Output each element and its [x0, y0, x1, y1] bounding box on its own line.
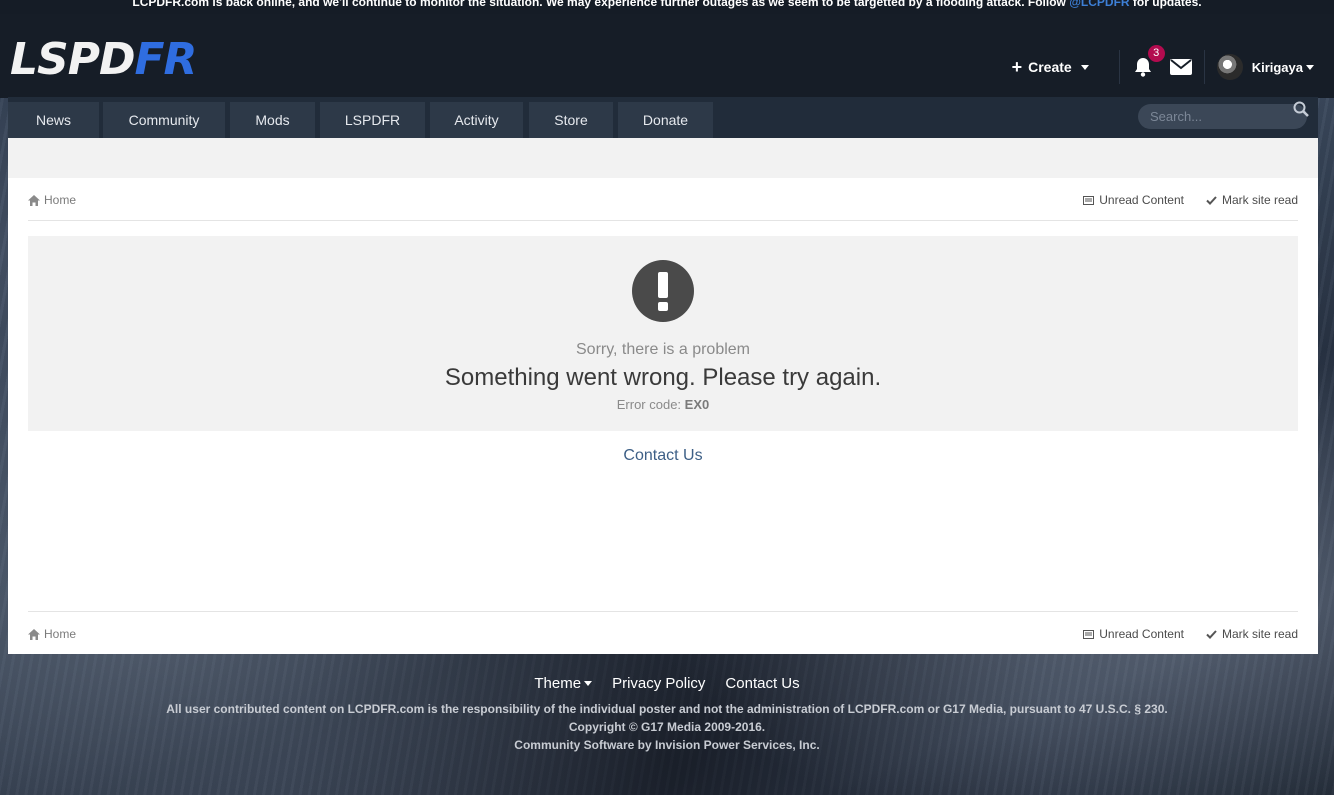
nav-tab-donate[interactable]: Donate	[618, 102, 713, 138]
chevron-down-icon	[584, 681, 593, 686]
divider	[1203, 50, 1205, 84]
announcement-suffix: for updates.	[1132, 0, 1202, 9]
theme-selector[interactable]: Theme	[534, 675, 593, 692]
breadcrumb-home-label: Home	[44, 193, 77, 207]
username: Kirigaya	[1251, 59, 1303, 75]
exclamation-icon	[632, 260, 694, 322]
plus-icon: +	[1011, 57, 1023, 77]
footer-links: Theme Privacy Policy Contact Us	[0, 675, 1334, 692]
nav-tab-activity[interactable]: Activity	[430, 102, 523, 138]
legal-line-1: All user contributed content on LCPDFR.c…	[166, 702, 1168, 716]
user-menu[interactable]: Kirigaya	[1216, 54, 1314, 80]
divider	[28, 611, 1298, 612]
mark-site-read-link[interactable]: Mark site read	[1206, 627, 1298, 641]
user-bar: + Create 3 Kirigaya	[1011, 45, 1314, 84]
nav-tab-news[interactable]: News	[8, 102, 99, 138]
chevron-down-icon	[1306, 64, 1314, 70]
nav-tab-store[interactable]: Store	[529, 102, 613, 138]
sub-nav-bar	[8, 138, 1318, 178]
messages-button[interactable]	[1169, 59, 1192, 75]
unread-content-label: Unread Content	[1099, 193, 1184, 207]
nav-tab-mods[interactable]: Mods	[230, 102, 315, 138]
mark-site-read-link[interactable]: Mark site read	[1206, 193, 1298, 207]
mark-site-read-label: Mark site read	[1221, 193, 1298, 207]
error-code: Error code: EX0	[28, 397, 1298, 412]
create-button[interactable]: + Create	[1011, 57, 1089, 77]
theme-label: Theme	[534, 675, 582, 692]
search-input[interactable]: Search...	[1138, 104, 1307, 129]
legal-text: All user contributed content on LCPDFR.c…	[0, 700, 1334, 754]
main-content: Home Unread Content Mark site read Sorry…	[8, 178, 1318, 654]
site-header: LSPDFR + Create 3 Kirigaya	[0, 14, 1334, 98]
notification-badge: 3	[1147, 45, 1165, 62]
unread-content-link[interactable]: Unread Content	[1083, 193, 1184, 207]
newspaper-icon	[1083, 629, 1095, 639]
copyright-line: Copyright © G17 Media 2009-2016.	[568, 720, 766, 734]
main-nav: News Community Mods LSPDFR Activity Stor…	[8, 97, 1318, 138]
home-icon	[28, 628, 40, 640]
error-box: Sorry, there is a problem Something went…	[28, 236, 1298, 431]
envelope-icon	[1169, 59, 1192, 75]
error-subtitle: Sorry, there is a problem	[576, 341, 750, 358]
announcement-text: LCPDFR.com is back online, and we'll con…	[132, 0, 1066, 9]
breadcrumb-home[interactable]: Home	[28, 193, 76, 207]
logo-part-1: LSPD	[10, 34, 135, 85]
notifications-button[interactable]: 3	[1132, 45, 1165, 78]
breadcrumb-home[interactable]: Home	[28, 627, 76, 641]
announcement-bar: LCPDFR.com is back online, and we'll con…	[0, 0, 1334, 14]
logo-part-2: FR	[134, 34, 198, 85]
divider	[28, 220, 1298, 221]
breadcrumb: Home Unread Content Mark site read	[28, 193, 1298, 213]
breadcrumb-home-label: Home	[44, 627, 77, 641]
error-code-label: Error code:	[616, 397, 682, 412]
site-footer: Theme Privacy Policy Contact Us All user…	[0, 675, 1334, 754]
breadcrumb-bottom: Home Unread Content Mark site read	[28, 627, 1298, 647]
nav-tab-lspdfr[interactable]: LSPDFR	[320, 102, 425, 138]
home-icon	[28, 194, 40, 206]
search-icon[interactable]	[1293, 101, 1309, 117]
site-logo[interactable]: LSPDFR	[10, 38, 197, 82]
privacy-policy-link[interactable]: Privacy Policy	[612, 675, 705, 692]
unread-content-link[interactable]: Unread Content	[1083, 627, 1184, 641]
software-credit: Community Software by Invision Power Ser…	[514, 738, 820, 752]
chevron-down-icon	[1080, 64, 1089, 70]
mark-site-read-label: Mark site read	[1221, 627, 1298, 641]
unread-content-label: Unread Content	[1099, 627, 1184, 641]
create-label: Create	[1028, 59, 1072, 75]
error-code-value: EX0	[684, 397, 710, 412]
announcement-link[interactable]: @LCPDFR	[1069, 0, 1129, 9]
divider	[1118, 50, 1120, 84]
error-message: Something went wrong. Please try again.	[444, 364, 882, 391]
newspaper-icon	[1083, 195, 1095, 205]
avatar	[1216, 54, 1243, 80]
footer-contact-link[interactable]: Contact Us	[725, 675, 799, 692]
contact-us-link[interactable]: Contact Us	[8, 447, 1318, 465]
nav-tab-community[interactable]: Community	[103, 102, 225, 138]
check-icon	[1206, 629, 1217, 639]
check-icon	[1206, 195, 1217, 205]
